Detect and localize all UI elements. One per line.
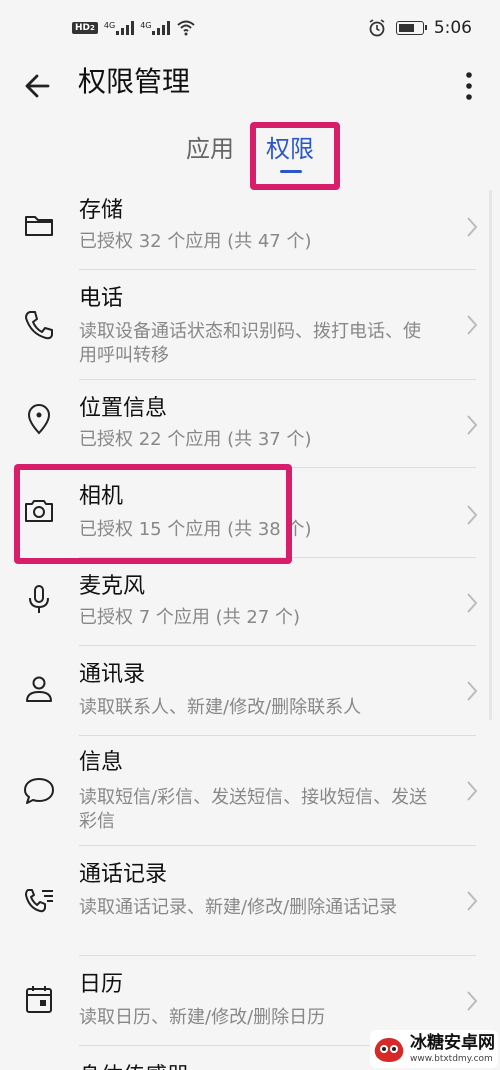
chevron-right-icon [467,415,478,435]
watermark-url: www.btxtdmy.com [410,1054,493,1064]
permission-list: 存储 已授权 32 个应用 (共 47 个) 电话 读取设备通话状态和识别码、拨… [0,192,500,1070]
chevron-right-icon [467,217,478,237]
list-item-microphone[interactable]: 麦克风 已授权 7 个应用 (共 27 个) [0,558,500,646]
list-item-phone[interactable]: 电话 读取设备通话状态和识别码、拨打电话、使用呼叫转移 [0,270,500,380]
chevron-right-icon [467,891,478,911]
phone-icon [25,311,53,340]
row-subtitle: 已授权 7 个应用 (共 27 个) [79,607,301,628]
chevron-right-icon [467,781,478,801]
list-item-call-log[interactable]: 通话记录 读取通话记录、新建/修改/删除通话记录 [0,846,500,956]
row-subtitle: 读取短信/彩信、发送短信、接收短信、发送彩信 [79,787,428,832]
call-log-icon [25,889,53,913]
app-bar: 权限管理 [0,58,500,108]
highlight-box-camera [14,464,292,564]
row-title: 信息 [79,750,124,775]
chevron-right-icon [467,991,478,1011]
wifi-icon [177,20,196,36]
watermark-text: 冰糖安卓网 www.btxtdmy.com [410,1033,495,1065]
row-subtitle: 读取联系人、新建/修改/删除联系人 [79,697,362,718]
page-title: 权限管理 [78,65,191,98]
row-title: 电话 [79,286,124,311]
chevron-right-icon [467,505,478,525]
watermark-logo-icon [374,1038,404,1062]
row-title: 通话记录 [79,862,168,887]
signal-2-icon: 4G [140,21,171,35]
row-subtitle: 已授权 22 个应用 (共 37 个) [79,429,312,450]
chevron-right-icon [467,681,478,701]
row-title: 麦克风 [79,574,146,599]
row-title: 通讯录 [79,662,146,687]
clock: 5:06 [433,18,472,38]
highlight-box-tab [250,122,340,190]
folder-icon [25,216,53,236]
status-right: 5:06 [368,18,472,38]
watermark: 冰糖安卓网 www.btxtdmy.com [370,1030,498,1068]
alarm-icon [369,19,385,37]
location-icon [27,404,51,435]
row-title: 存储 [79,198,124,223]
microphone-icon [29,585,49,613]
chevron-right-icon [467,315,478,335]
contacts-icon [26,676,52,702]
tab-apps[interactable]: 应用 [186,132,234,166]
chevron-right-icon [467,593,478,613]
signal-1-icon: 4G [104,21,135,35]
row-title: 位置信息 [79,396,168,421]
row-subtitle: 读取通话记录、新建/修改/删除通话记录 [79,897,398,918]
row-subtitle: 读取设备通话状态和识别码、拨打电话、使用呼叫转移 [79,321,421,366]
row-title: 日历 [79,972,124,997]
status-left: HD2 4G 4G [72,20,196,36]
list-item-location[interactable]: 位置信息 已授权 22 个应用 (共 37 个) [0,380,500,468]
calendar-icon [26,986,52,1013]
battery-icon [395,21,427,35]
status-bar: HD2 4G 4G 5:06 [0,0,500,58]
list-item-messages[interactable]: 信息 读取短信/彩信、发送短信、接收短信、发送彩信 [0,736,500,846]
watermark-name: 冰糖安卓网 [410,1033,495,1053]
hd-badge: HD2 [72,22,98,34]
row-subtitle: 读取日历、新建/修改/删除日历 [79,1007,326,1028]
more-options-icon[interactable] [454,64,484,104]
message-icon [24,778,54,804]
scrollbar[interactable] [489,190,492,720]
row-subtitle: 已授权 32 个应用 (共 47 个) [79,231,312,252]
back-arrow-icon[interactable] [20,64,60,104]
row-title: 身体传感器 [79,1062,189,1070]
list-item-storage[interactable]: 存储 已授权 32 个应用 (共 47 个) [0,192,500,270]
list-item-contacts[interactable]: 通讯录 读取联系人、新建/修改/删除联系人 [0,646,500,736]
